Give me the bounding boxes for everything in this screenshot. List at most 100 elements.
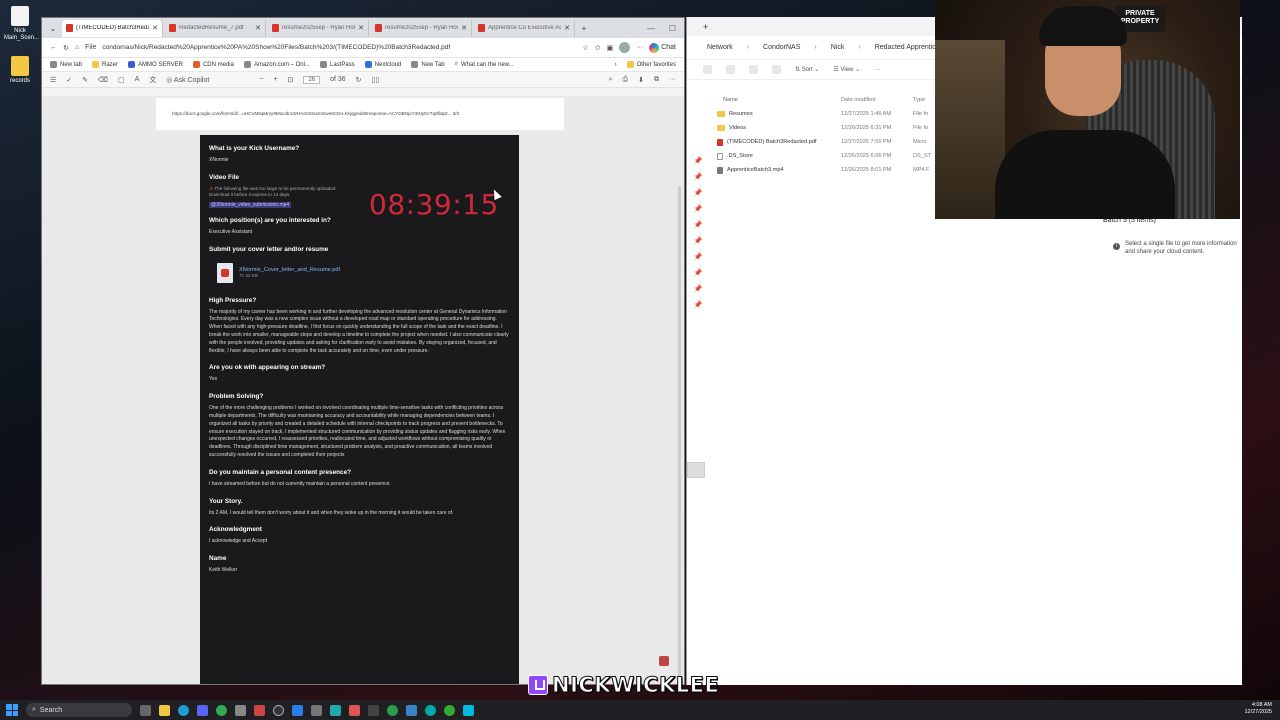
home-icon[interactable]: ⌂ — [75, 44, 79, 51]
cut-icon[interactable] — [703, 65, 712, 74]
ask-copilot-button[interactable]: ◎ Ask Copilot — [166, 76, 209, 84]
pin-icon[interactable]: 📌 — [687, 237, 709, 253]
two-page-icon[interactable]: ▯▯ — [372, 76, 380, 84]
app-icon[interactable] — [463, 704, 474, 716]
more-icon[interactable]: ··· — [669, 76, 676, 83]
app-icon[interactable] — [406, 704, 417, 716]
desktop-icon-records[interactable]: records — [4, 56, 36, 85]
favorite-nextcloud[interactable]: Nextcloud — [364, 61, 401, 68]
app-icon[interactable] — [235, 704, 246, 716]
favorite-new-tab[interactable]: New tab — [50, 61, 82, 68]
app-icon[interactable] — [254, 704, 265, 716]
app-icon[interactable] — [311, 704, 322, 716]
file-row-videos[interactable]: Videos 12/26/2025 6:31 PM File fo — [717, 121, 947, 135]
favorite-cdn-media[interactable]: CDN media — [192, 61, 234, 68]
close-icon[interactable]: ✕ — [255, 24, 261, 32]
favorite-what-can[interactable]: ⌕ What can the new... — [455, 61, 514, 68]
discord-icon[interactable] — [197, 704, 208, 716]
file-explorer-icon[interactable] — [159, 704, 170, 716]
minimize-icon[interactable]: — — [647, 24, 655, 33]
edge-icon[interactable] — [178, 704, 189, 716]
task-view-icon[interactable] — [140, 704, 151, 716]
contents-icon[interactable]: ☰ — [50, 76, 56, 84]
more-icon[interactable]: ··· — [874, 67, 880, 73]
taskbar-clock[interactable]: 4:08 AM 12/27/2025 — [1244, 702, 1272, 716]
more-icon[interactable]: ··· — [636, 44, 643, 51]
file-row-mp4[interactable]: ApprenticeBatch3.mp4 12/26/2025 8:01 PM … — [717, 163, 947, 177]
pin-icon[interactable]: 📌 — [687, 157, 709, 173]
column-name[interactable]: Name — [717, 97, 841, 103]
close-icon[interactable]: ✕ — [358, 24, 364, 32]
tab-actions-icon[interactable]: ⌄ — [46, 21, 60, 35]
new-tab-button[interactable]: + — [703, 22, 708, 32]
page-view-icon[interactable]: ▢ — [118, 76, 125, 84]
print-icon[interactable]: ⎙ — [623, 76, 629, 84]
pin-icon[interactable]: 📌 — [687, 253, 709, 269]
app-icon[interactable] — [444, 704, 455, 716]
favorite-razer[interactable]: Razer — [92, 61, 118, 68]
close-icon[interactable]: ✕ — [461, 24, 467, 32]
zoom-in-icon[interactable]: + — [273, 76, 277, 83]
pin-icon[interactable]: 📌 — [687, 221, 709, 237]
new-tab-button[interactable]: + — [577, 21, 591, 35]
tab-apprentice-co[interactable]: Apprentice Co Executive Ass ✕ — [474, 19, 575, 37]
copilot-chat-button[interactable]: Chat — [649, 42, 676, 53]
profile-avatar[interactable] — [619, 42, 631, 53]
close-icon[interactable]: ✕ — [564, 24, 570, 32]
taskbar-search[interactable]: ⌕ Search — [26, 703, 132, 717]
favorite-amazon[interactable]: Amazon.com – Onl... — [243, 61, 310, 68]
save-as-icon[interactable]: ⧉ — [654, 76, 659, 84]
pdf-viewport[interactable]: https://docs.google.com/forms/d/...uHCVM… — [42, 96, 684, 684]
favorite-lastpass[interactable]: LastPass — [319, 61, 355, 68]
favorite-ammo-server[interactable]: AMMO SERVER — [128, 61, 183, 68]
app-icon[interactable] — [368, 704, 379, 716]
app-icon[interactable] — [349, 704, 360, 716]
highlight-icon[interactable]: ✓ — [66, 76, 72, 84]
erase-icon[interactable]: ⌫ — [98, 76, 108, 84]
obs-icon[interactable] — [273, 704, 284, 716]
page-number-input[interactable]: 26 — [303, 75, 321, 84]
app-icon[interactable] — [330, 704, 341, 716]
file-row-batch3-pdf[interactable]: (TIMECODED) Batch3Redacted.pdf 12/27/202… — [717, 135, 947, 149]
app-icon[interactable] — [387, 704, 398, 716]
app-icon[interactable] — [425, 704, 436, 716]
column-date[interactable]: Date modified — [841, 97, 913, 103]
url-field[interactable]: condornas/Nick/Redacted%20Apprentice%20P… — [102, 44, 576, 51]
desktop-icon-nick-scene[interactable]: Nick Main_Scen... — [4, 6, 39, 42]
rotate-icon[interactable]: ↻ — [356, 76, 362, 84]
save-icon[interactable]: ⬇ — [638, 76, 644, 84]
fit-page-icon[interactable]: ⊡ — [288, 76, 294, 84]
video-file-link[interactable]: @XNormie_video_submission.mp4 — [209, 201, 292, 208]
close-icon[interactable]: ✕ — [152, 24, 158, 32]
favorite-star-icon[interactable]: ☆ — [582, 44, 588, 52]
windows-start-icon[interactable] — [6, 704, 18, 716]
pin-icon[interactable]: 📌 — [687, 205, 709, 221]
paste-icon[interactable] — [749, 65, 758, 74]
pin-icon[interactable]: 📌 — [687, 285, 709, 301]
sort-button[interactable]: ⇅ Sort ⌄ — [795, 66, 819, 73]
draw-icon[interactable]: ✎ — [82, 76, 88, 84]
copy-icon[interactable] — [726, 65, 735, 74]
file-row-ds-store[interactable]: .DS_Store 12/26/2025 6:06 PM DS_ST — [717, 149, 947, 163]
back-icon[interactable]: ← — [50, 44, 57, 51]
read-aloud-icon[interactable]: A — [135, 76, 140, 83]
favorites-icon[interactable]: ✩ — [595, 44, 601, 52]
file-row-resumes[interactable]: Resumes 12/27/2025 1:46 AM File fo — [717, 107, 947, 121]
other-favorites[interactable]: Other favorites — [626, 61, 676, 68]
refresh-icon[interactable]: ↻ — [63, 44, 69, 52]
cover-letter-attachment[interactable]: XNormie_Cover_letter_and_Resume.pdf 77.4… — [217, 262, 510, 283]
tab-resume-ryan-2[interactable]: resume2025sep - Ryan Hon ✕ — [371, 19, 472, 37]
split-screen-icon[interactable]: ▣ — [607, 44, 614, 52]
tab-batch3redacted[interactable]: (TIMECODED) Batch3Redacted ✕ — [62, 19, 163, 37]
favorite-new-tab-2[interactable]: New Tab — [411, 61, 445, 68]
tab-redacted-resume[interactable]: RedactedResume_7.pdf ✕ — [165, 19, 266, 37]
tab-resume-ryan-1[interactable]: resume2025sep - Ryan Hon ✕ — [268, 19, 369, 37]
pin-icon[interactable]: 📌 — [687, 269, 709, 285]
pin-icon[interactable]: 📌 — [687, 189, 709, 205]
view-button[interactable]: ☰ View ⌄ — [833, 66, 860, 73]
maximize-icon[interactable]: ☐ — [669, 24, 676, 33]
breadcrumb-network[interactable]: Network — [707, 44, 733, 51]
chevron-right-icon[interactable]: › — [615, 62, 617, 68]
pdf-scrollbar[interactable] — [678, 186, 681, 684]
zoom-out-icon[interactable]: − — [259, 76, 263, 83]
